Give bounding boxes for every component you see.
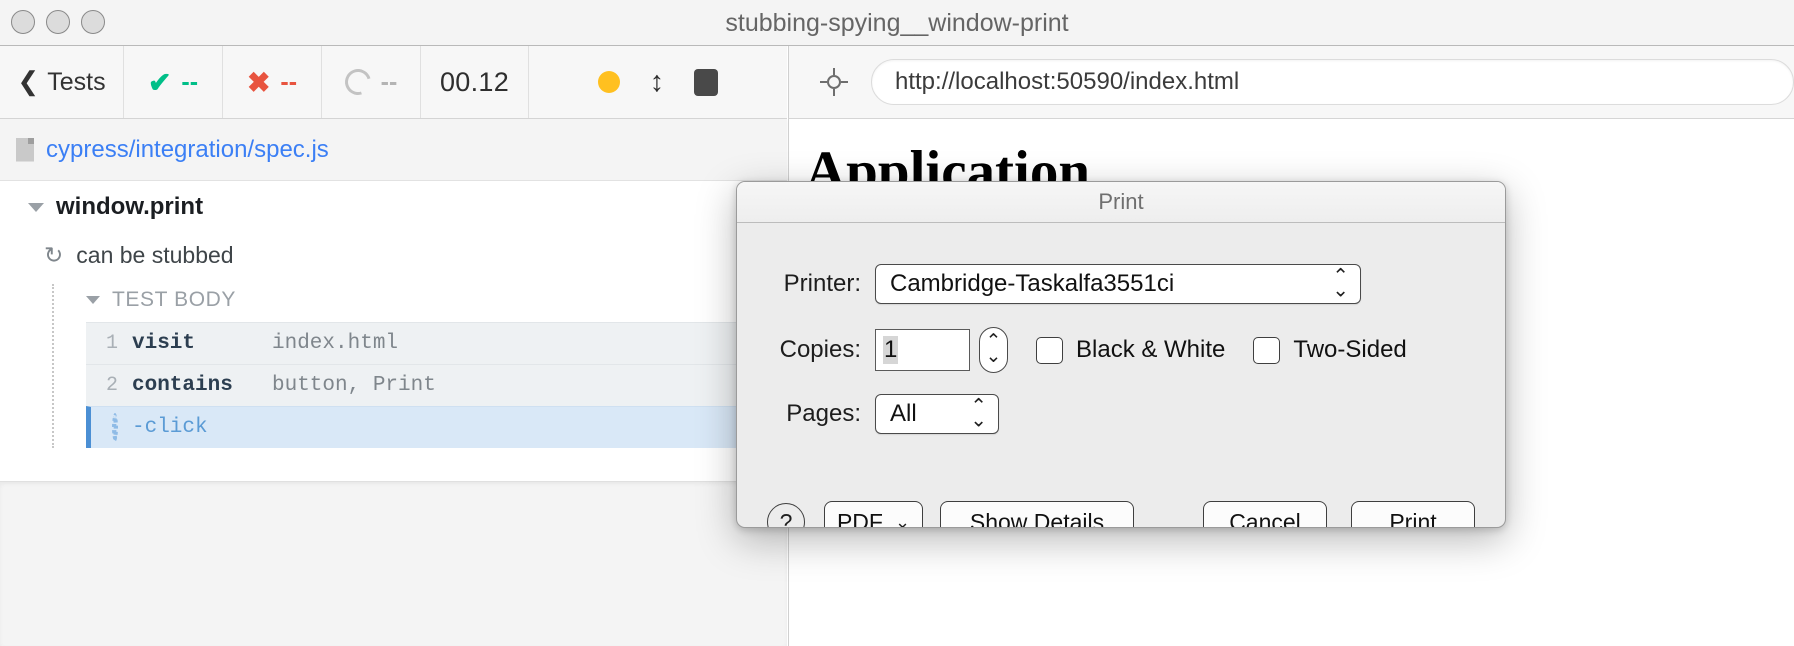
runner-toolbar: ❮ Tests ✔ -- ✖ -- -- 00.12 ↕	[0, 46, 787, 119]
suite-row[interactable]: window.print	[0, 181, 787, 233]
print-dialog-body: Printer: Cambridge-Taskalfa3551ci ⌃ ⌄ Cop…	[737, 264, 1505, 528]
x-icon: ✖	[246, 66, 271, 98]
up-down-chevrons-icon: ⌃ ⌄	[970, 395, 987, 432]
command-row[interactable]: 1 visit index.html	[86, 322, 787, 364]
duration-display: 00.12	[421, 46, 529, 118]
copies-stepper[interactable]: ⌃ ⌄	[979, 327, 1008, 373]
test-tree: window.print ↻ can be stubbed TEST BODY …	[0, 181, 787, 481]
circle-outline-icon	[340, 64, 376, 100]
pending-stat[interactable]: --	[322, 46, 421, 118]
black-and-white-checkbox[interactable]	[1036, 336, 1063, 364]
copies-value: 1	[883, 336, 899, 364]
passed-count: --	[181, 67, 199, 96]
vertical-resize-icon[interactable]: ↕	[650, 67, 665, 97]
command-number	[91, 413, 132, 442]
command-name: contains	[132, 374, 233, 397]
pdf-button[interactable]: PDF ⌄	[824, 501, 923, 528]
pages-row: Pages: All ⌃ ⌄	[767, 394, 1475, 434]
command-row-active[interactable]: -click	[86, 406, 787, 448]
tree-footer-area	[0, 481, 787, 646]
aut-header: http://localhost:50590/index.html	[788, 46, 1794, 119]
file-icon	[16, 137, 34, 162]
test-row[interactable]: ↻ can be stubbed	[0, 233, 787, 278]
command-number: 2	[105, 374, 118, 397]
spinner-icon	[112, 413, 118, 442]
two-sided-checkbox[interactable]	[1253, 336, 1281, 364]
print-dialog-title: Print	[737, 182, 1505, 223]
suite-label: window.print	[56, 193, 204, 220]
failed-count: --	[280, 67, 298, 96]
stop-square-icon[interactable]	[694, 68, 719, 96]
test-body-wrap: TEST BODY 1 visit index.html 2 contains …	[0, 278, 787, 448]
pages-label: Pages:	[786, 400, 861, 427]
copies-row: Copies: 1 ⌃ ⌄ Black & White Two-Sided	[767, 327, 1475, 373]
test-label: can be stubbed	[76, 242, 234, 268]
test-body-header[interactable]: TEST BODY	[52, 278, 787, 322]
black-and-white-checkbox-group[interactable]: Black & White	[1036, 336, 1225, 364]
pages-value: All	[890, 400, 917, 427]
show-details-button[interactable]: Show Details	[940, 501, 1134, 527]
pdf-label: PDF	[836, 508, 883, 528]
back-to-tests-label: Tests	[47, 67, 106, 96]
amber-dot-icon[interactable]	[597, 71, 620, 93]
spec-file-path[interactable]: cypress/integration/spec.js	[46, 136, 329, 164]
back-to-tests-button[interactable]: ❮ Tests	[0, 46, 124, 118]
copies-input[interactable]: 1	[875, 329, 970, 371]
up-down-chevrons-icon: ⌃ ⌄	[1332, 265, 1349, 302]
printer-label: Printer:	[783, 270, 861, 297]
pages-select[interactable]: All ⌃ ⌄	[875, 394, 999, 434]
window-titlebar: stubbing-spying__window-print	[0, 0, 1794, 46]
spec-file-bar[interactable]: cypress/integration/spec.js	[0, 119, 787, 181]
test-body-label: TEST BODY	[112, 288, 237, 311]
black-and-white-label: Black & White	[1076, 336, 1226, 363]
chevron-down-icon: ⌄	[894, 511, 911, 528]
window-title: stubbing-spying__window-print	[725, 9, 1069, 37]
app-window: stubbing-spying__window-print ❮ Tests ✔ …	[0, 0, 1794, 646]
failed-stat[interactable]: ✖ --	[223, 46, 322, 118]
print-dialog: Print Printer: Cambridge-Taskalfa3551ci …	[736, 181, 1506, 528]
help-button[interactable]: ?	[767, 503, 805, 527]
cancel-button[interactable]: Cancel	[1203, 501, 1327, 527]
retry-icon: ↻	[44, 242, 64, 268]
printer-row: Printer: Cambridge-Taskalfa3551ci ⌃ ⌄	[767, 264, 1475, 304]
two-sided-checkbox-group[interactable]: Two-Sided	[1253, 336, 1407, 364]
hook-rail	[52, 284, 54, 448]
pending-count: --	[380, 67, 398, 96]
print-dialog-buttons: ? PDF ⌄ Show Details Cancel Print	[767, 501, 1475, 528]
command-number: 1	[105, 332, 118, 355]
check-icon: ✔	[147, 66, 172, 98]
print-button[interactable]: Print	[1351, 501, 1475, 527]
chevron-down-icon: ⌄	[985, 346, 1002, 367]
caret-down-icon[interactable]	[86, 296, 100, 304]
printer-select[interactable]: Cambridge-Taskalfa3551ci ⌃ ⌄	[875, 264, 1361, 304]
command-name: visit	[132, 332, 196, 355]
passed-stat[interactable]: ✔ --	[124, 46, 223, 118]
runner-controls: ↕	[529, 46, 787, 118]
chevron-left-icon: ❮	[17, 66, 40, 96]
url-input[interactable]: http://localhost:50590/index.html	[871, 59, 1794, 105]
command-args: index.html	[272, 332, 399, 355]
command-name: -click	[132, 416, 208, 439]
two-sided-label: Two-Sided	[1293, 336, 1407, 363]
command-list: 1 visit index.html 2 contains button, Pr…	[86, 322, 787, 448]
copies-label: Copies:	[779, 336, 861, 363]
command-row[interactable]: 2 contains button, Print	[86, 364, 787, 406]
caret-down-icon[interactable]	[28, 202, 44, 212]
printer-value: Cambridge-Taskalfa3551ci	[890, 270, 1175, 297]
selector-playground-icon[interactable]	[819, 67, 849, 97]
command-args: button, Print	[272, 374, 436, 397]
